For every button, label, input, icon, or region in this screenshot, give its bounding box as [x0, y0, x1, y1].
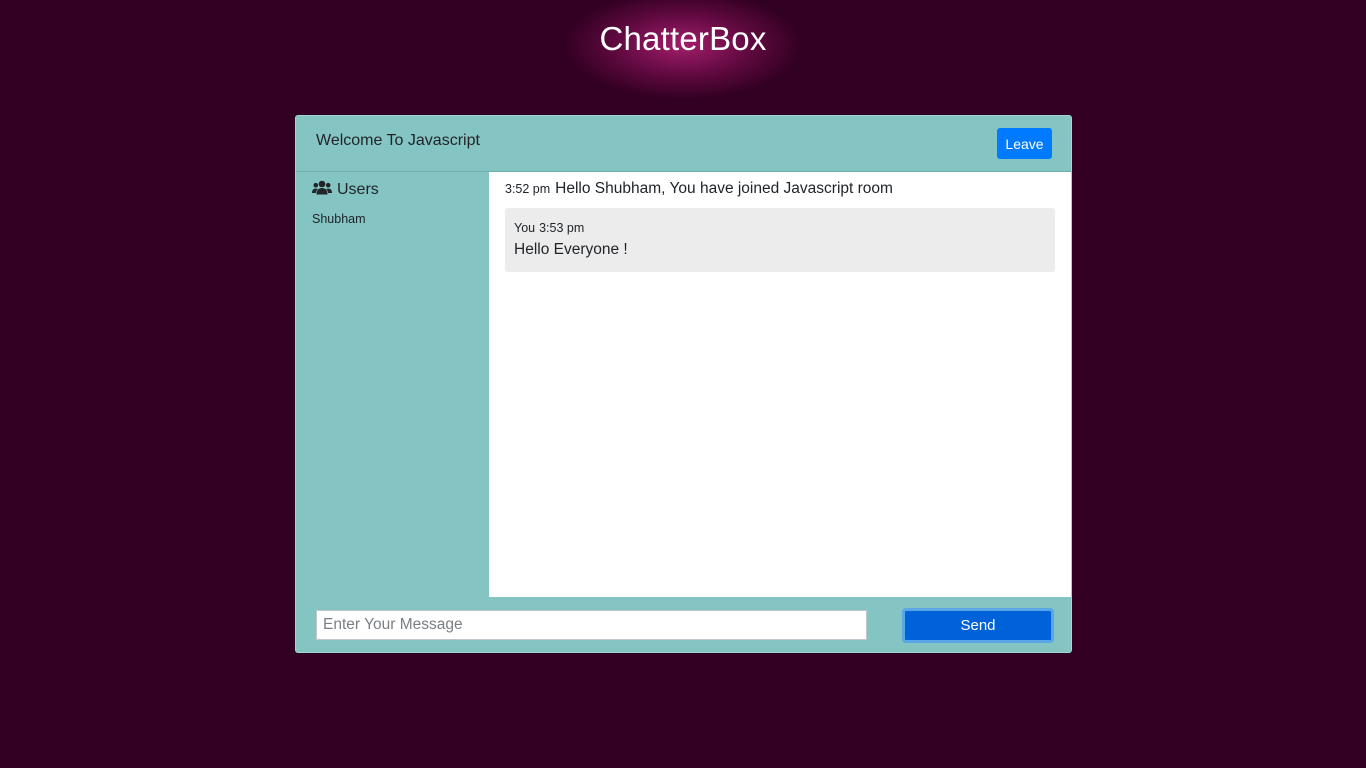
leave-button[interactable]: Leave — [997, 128, 1052, 159]
user-item: Shubham — [312, 212, 366, 226]
brand-area: ChatterBox — [0, 0, 1366, 100]
chat-footer: Send — [296, 597, 1071, 652]
system-message-text: Hello Shubham, You have joined Javascrip… — [555, 180, 893, 197]
users-sidebar: Users Shubham — [296, 172, 489, 597]
room-title: Welcome To Javascript — [316, 132, 480, 149]
chat-header: Welcome To Javascript Leave — [296, 116, 1071, 172]
users-icon — [312, 180, 337, 200]
chat-container: Welcome To Javascript Leave Users Shubha… — [295, 115, 1072, 653]
user-list: Shubham — [312, 210, 366, 228]
message-text: Hello Everyone ! — [514, 241, 628, 258]
chat-messages[interactable]: 3:52 pm Hello Shubham, You have joined Ja… — [489, 172, 1071, 597]
system-message: 3:52 pm Hello Shubham, You have joined Ja… — [505, 180, 893, 198]
users-heading-label: Users — [337, 181, 379, 198]
system-message-time: 3:52 pm — [505, 182, 551, 196]
message-time: 3:53 pm — [539, 221, 585, 235]
message-input[interactable] — [316, 610, 867, 640]
message-meta: You 3:53 pm — [514, 221, 1046, 235]
message-bubble: You 3:53 pm Hello Everyone ! — [505, 208, 1055, 272]
send-button[interactable]: Send — [902, 608, 1054, 643]
users-heading: Users — [312, 180, 379, 200]
message-author: You — [514, 221, 536, 235]
app-title: ChatterBox — [599, 20, 767, 57]
